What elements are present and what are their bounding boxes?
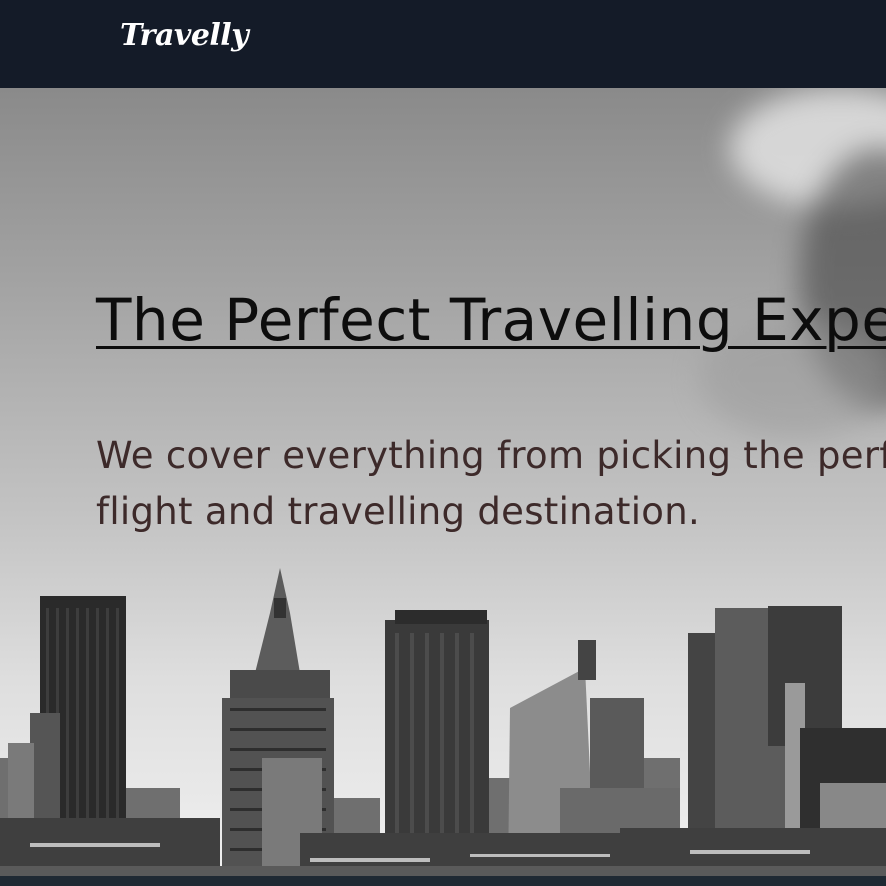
hero-title: The Perfect Travelling Experience	[96, 286, 886, 354]
brand-logo[interactable]: Travelly	[120, 18, 249, 53]
hero-description: We cover everything from picking the per…	[96, 434, 886, 533]
hero-section: The Perfect Travelling Experience We cov…	[0, 88, 886, 876]
top-navbar: Travelly	[0, 0, 886, 88]
city-skyline-image	[0, 568, 886, 876]
page-bottom-strip	[0, 876, 886, 886]
